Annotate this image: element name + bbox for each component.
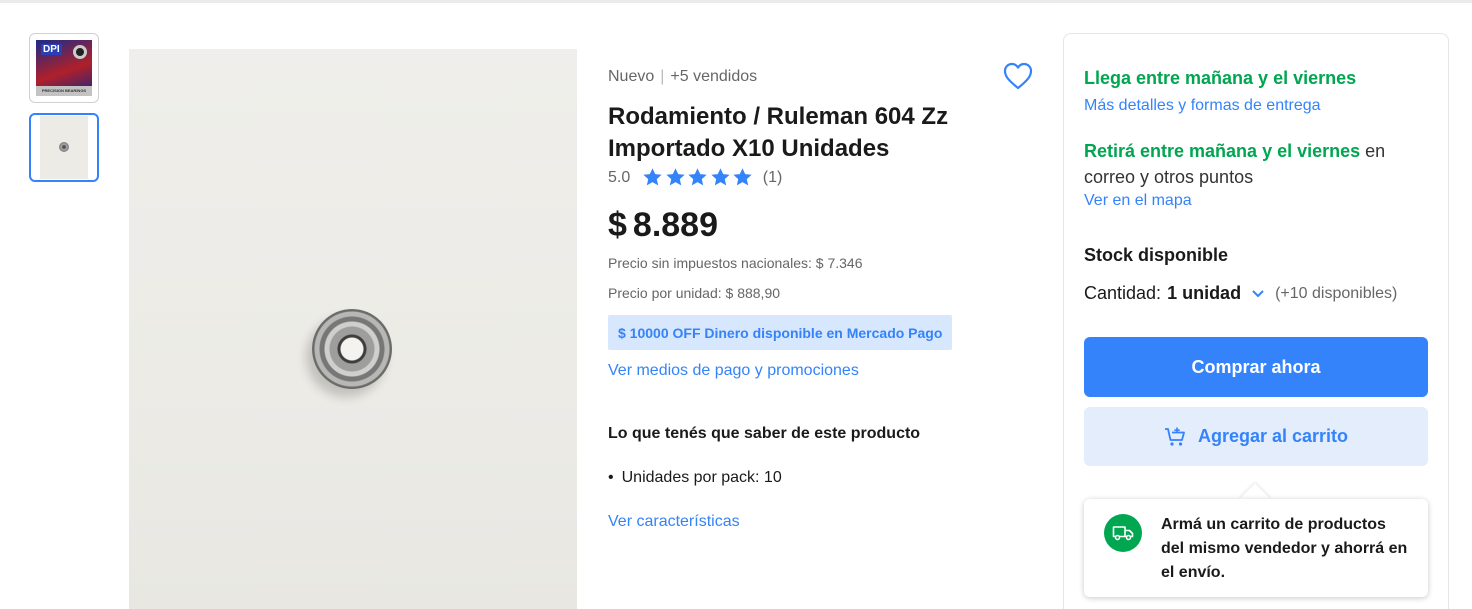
view-map-link[interactable]: Ver en el mapa [1084,192,1192,210]
star-icon [711,168,730,186]
rating-count: (1) [762,168,783,186]
bearing-photo [312,309,392,389]
star-icon [688,168,707,186]
quantity-selector[interactable]: Cantidad: 1 unidad (+10 disponibles) [1084,283,1397,304]
chevron-down-icon[interactable] [1251,289,1265,299]
delivery-details-link[interactable]: Más detalles y formas de entrega [1084,97,1321,115]
heart-icon[interactable] [1003,62,1033,90]
rating-stars [642,167,755,188]
add-to-cart-button[interactable]: Agregar al carrito [1084,407,1428,466]
condition-label: Nuevo [608,68,655,85]
tooltip-text: Armá un carrito de productos del mismo v… [1161,516,1408,581]
gallery-thumbnail-box[interactable]: DPI PRECISION BEARINGS [29,33,99,103]
highlight-item: • Unidades por pack: 10 [608,469,782,486]
meta-separator: | [660,68,665,85]
top-divider [0,0,1472,3]
quantity-available: (+10 disponibles) [1275,284,1398,302]
arrival-date: Llega entre mañana y el viernes [1084,68,1357,88]
box-caption: PRECISION BEARINGS [36,86,92,96]
main-product-image[interactable] [129,49,577,609]
payment-methods-link[interactable]: Ver medios de pago y promociones [608,362,859,380]
price: $8.889 [608,206,718,245]
pickup-date: Retirá entre mañana y el viernes [1084,141,1361,161]
currency-symbol: $ [608,206,627,244]
unit-price: Precio por unidad: $ 888,90 [608,285,781,301]
price-amount: 8.889 [632,206,719,244]
bearing-graphic [73,45,87,59]
buy-now-button[interactable]: Comprar ahora [1084,337,1428,397]
star-icon [733,168,752,186]
sold-count: +5 vendidos [670,68,758,85]
truck-icon [1104,514,1142,552]
product-highlights-title: Lo que tenés que saber de este producto [608,425,921,442]
rating[interactable]: 5.0 (1) [608,167,782,188]
see-features-link[interactable]: Ver características [608,513,740,531]
highlight-text: Unidades por pack: 10 [621,469,782,486]
cart-plus-icon [1164,427,1185,446]
quantity-value[interactable]: 1 unidad [1167,283,1241,304]
stock-title: Stock disponible [1084,245,1229,265]
price-without-taxes: Precio sin impuestos nacionales: $ 7.346 [608,255,863,271]
add-to-cart-label: Agregar al carrito [1197,426,1349,446]
bearing-thumbnail-image [40,116,88,179]
promo-badge: $ 10000 OFF Dinero disponible en Mercado… [608,315,953,350]
rating-value: 5.0 [608,168,631,186]
quantity-label: Cantidad: [1084,283,1162,303]
product-title: Rodamiento / Ruleman 604 Zz Importado X1… [608,103,949,162]
star-icon [666,168,685,186]
product-box-image: DPI PRECISION BEARINGS [36,40,92,96]
gallery-thumbnail-bearing[interactable] [29,113,99,182]
star-icon [643,168,662,186]
cart-tooltip: Armá un carrito de productos del mismo v… [1084,499,1428,597]
brand-logo: DPI [41,44,62,55]
pickup-info: Retirá entre mañana y el viernes en corr… [1084,138,1424,190]
product-meta: Nuevo | +5 vendidos [608,68,757,86]
